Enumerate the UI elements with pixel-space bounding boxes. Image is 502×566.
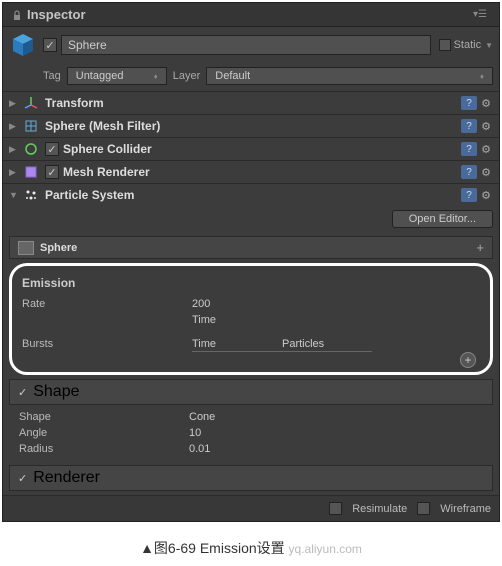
chevron-down-icon: ♦ bbox=[154, 72, 158, 81]
help-icon[interactable]: ? bbox=[461, 96, 477, 110]
tag-value: Untagged bbox=[76, 70, 124, 82]
shape-type-label: Shape bbox=[19, 411, 189, 423]
foldout-icon[interactable]: ▶ bbox=[9, 144, 19, 155]
particle-system-component[interactable]: ▼ Particle System ? ⚙ bbox=[3, 183, 499, 206]
component-title: Sphere Collider bbox=[63, 142, 459, 156]
rate-row: Rate 200 bbox=[22, 296, 480, 312]
foldout-icon[interactable]: ▶ bbox=[9, 167, 19, 178]
resimulate-checkbox[interactable] bbox=[329, 502, 342, 515]
gear-icon[interactable]: ⚙ bbox=[479, 165, 493, 179]
help-icon[interactable]: ? bbox=[461, 119, 477, 133]
layer-label: Layer bbox=[173, 70, 201, 82]
component-enable-checkbox[interactable] bbox=[45, 142, 59, 156]
rate-label: Rate bbox=[22, 298, 192, 310]
inspector-panel: Inspector ▾☰ Sphere Static ▼ Tag Untagge… bbox=[2, 2, 500, 522]
inspector-title: Inspector bbox=[27, 7, 469, 22]
mesh-renderer-component[interactable]: ▶ Mesh Renderer ? ⚙ bbox=[3, 160, 499, 183]
component-title: Mesh Renderer bbox=[63, 165, 459, 179]
mesh-filter-component[interactable]: ▶ Sphere (Mesh Filter) ? ⚙ bbox=[3, 114, 499, 137]
renderer-module-header[interactable]: ✓ Renderer bbox=[9, 465, 493, 491]
wireframe-label: Wireframe bbox=[440, 503, 491, 515]
shape-row: Shape Cone bbox=[19, 409, 483, 425]
rate-mode-value[interactable]: Time bbox=[192, 314, 480, 326]
radius-label: Radius bbox=[19, 443, 189, 455]
component-enable-checkbox[interactable] bbox=[45, 165, 59, 179]
gameobject-icon bbox=[9, 31, 37, 59]
foldout-icon[interactable]: ▼ bbox=[9, 190, 19, 200]
radius-value[interactable]: 0.01 bbox=[189, 443, 483, 455]
bursts-time-column: Time bbox=[192, 338, 282, 352]
particle-icon bbox=[23, 187, 39, 203]
lock-icon[interactable] bbox=[11, 9, 23, 21]
tag-layer-row: Tag Untagged ♦ Layer Default ♦ bbox=[3, 63, 499, 91]
module-title: Sphere bbox=[40, 242, 476, 254]
object-row: Sphere Static ▼ bbox=[3, 27, 499, 63]
component-title: Sphere (Mesh Filter) bbox=[45, 119, 459, 133]
main-module-header[interactable]: Sphere + bbox=[9, 236, 493, 259]
help-icon[interactable]: ? bbox=[461, 188, 477, 202]
bursts-particles-column: Particles bbox=[282, 338, 372, 352]
static-dropdown-arrow[interactable]: ▼ bbox=[485, 41, 493, 50]
gear-icon[interactable]: ⚙ bbox=[479, 142, 493, 156]
module-icon bbox=[18, 241, 34, 255]
panel-menu-icon[interactable]: ▾☰ bbox=[469, 9, 491, 20]
active-checkbox[interactable] bbox=[43, 38, 57, 52]
preview-footer: Resimulate Wireframe bbox=[3, 495, 499, 521]
shape-title: Shape bbox=[33, 383, 79, 401]
sphere-collider-component[interactable]: ▶ Sphere Collider ? ⚙ bbox=[3, 137, 499, 160]
mesh-filter-icon bbox=[23, 118, 39, 134]
add-module-icon[interactable]: + bbox=[476, 240, 484, 255]
check-icon: ✓ bbox=[18, 386, 27, 399]
rate-mode-row: Time bbox=[22, 312, 480, 328]
transform-icon bbox=[23, 95, 39, 111]
add-burst-button[interactable]: + bbox=[460, 352, 476, 368]
shape-type-value[interactable]: Cone bbox=[189, 411, 483, 423]
watermark-text: yq.aliyun.com bbox=[289, 542, 362, 556]
gear-icon[interactable]: ⚙ bbox=[479, 188, 493, 202]
inspector-header: Inspector ▾☰ bbox=[3, 3, 499, 27]
particle-modules: Sphere + Emission Rate 200 Time Bursts T… bbox=[3, 232, 499, 495]
shape-module-body: Shape Cone Angle 10 Radius 0.01 bbox=[9, 405, 493, 465]
check-icon: ✓ bbox=[18, 472, 27, 485]
chevron-down-icon: ♦ bbox=[480, 72, 484, 81]
radius-row: Radius 0.01 bbox=[19, 441, 483, 457]
renderer-title: Renderer bbox=[33, 469, 100, 487]
transform-component[interactable]: ▶ Transform ? ⚙ bbox=[3, 91, 499, 114]
bursts-row: Bursts Time Particles bbox=[22, 336, 480, 354]
static-label: Static bbox=[454, 39, 482, 51]
component-title: Transform bbox=[45, 96, 459, 110]
tag-label: Tag bbox=[43, 70, 61, 82]
gear-icon[interactable]: ⚙ bbox=[479, 96, 493, 110]
help-icon[interactable]: ? bbox=[461, 142, 477, 156]
foldout-icon[interactable]: ▶ bbox=[9, 121, 19, 132]
angle-value[interactable]: 10 bbox=[189, 427, 483, 439]
bursts-label: Bursts bbox=[22, 338, 192, 352]
resimulate-label: Resimulate bbox=[352, 503, 407, 515]
open-editor-row: Open Editor... bbox=[3, 206, 499, 232]
open-editor-button[interactable]: Open Editor... bbox=[392, 210, 493, 228]
foldout-icon[interactable]: ▶ bbox=[9, 98, 19, 109]
gear-icon[interactable]: ⚙ bbox=[479, 119, 493, 133]
mesh-renderer-icon bbox=[23, 164, 39, 180]
shape-module-header[interactable]: ✓ Shape bbox=[9, 379, 493, 405]
layer-dropdown[interactable]: Default ♦ bbox=[206, 67, 493, 85]
component-title: Particle System bbox=[45, 188, 459, 202]
static-checkbox[interactable] bbox=[439, 39, 451, 51]
wireframe-checkbox[interactable] bbox=[417, 502, 430, 515]
emission-module: Emission Rate 200 Time Bursts Time Parti… bbox=[9, 263, 493, 375]
layer-value: Default bbox=[215, 70, 250, 82]
object-name-field[interactable]: Sphere bbox=[61, 35, 431, 55]
collider-icon bbox=[23, 141, 39, 157]
figure-caption: ▲图6-69 Emission设置 yq.aliyun.com bbox=[0, 524, 502, 566]
tag-dropdown[interactable]: Untagged ♦ bbox=[67, 67, 167, 85]
rate-value[interactable]: 200 bbox=[192, 298, 480, 310]
help-icon[interactable]: ? bbox=[461, 165, 477, 179]
emission-title: Emission bbox=[22, 274, 480, 296]
angle-label: Angle bbox=[19, 427, 189, 439]
angle-row: Angle 10 bbox=[19, 425, 483, 441]
